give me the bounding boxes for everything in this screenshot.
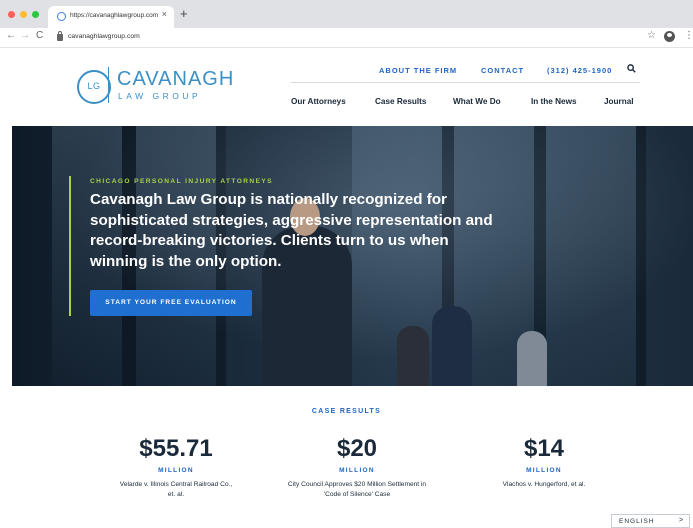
browser-tab-bar: https://cavanaghlawgroup.com × + xyxy=(0,0,693,28)
nav-our-attorneys[interactable]: Our Attorneys xyxy=(291,97,346,106)
logo-name[interactable]: CAVANAGH xyxy=(117,68,234,91)
nav-phone[interactable]: (312) 425-1900 xyxy=(547,66,612,75)
profile-icon[interactable] xyxy=(664,31,675,42)
logo-subtitle: LAW GROUP xyxy=(118,91,202,101)
result-amount: $20 xyxy=(336,435,378,462)
result-amount: $14 xyxy=(523,435,565,462)
result-description: City Council Approves $20 Million Settle… xyxy=(287,481,427,498)
result-unit: MILLION xyxy=(158,467,194,474)
result-unit: MILLION xyxy=(339,467,375,474)
browser-menu-icon[interactable]: ⋮ xyxy=(684,31,693,41)
free-evaluation-button[interactable]: START YOUR FREE EVALUATION xyxy=(90,290,252,316)
nav-about-the-firm[interactable]: ABOUT THE FIRM xyxy=(379,66,457,75)
reload-icon[interactable]: C xyxy=(36,31,43,41)
hero-headline: Cavanagh Law Group is nationally recogni… xyxy=(90,191,493,270)
back-arrow-icon[interactable]: ← xyxy=(6,31,16,41)
nav-contact[interactable]: CONTACT xyxy=(481,66,524,75)
nav-case-results[interactable]: Case Results xyxy=(375,97,426,106)
lock-icon[interactable] xyxy=(57,31,63,41)
tab-title: https://cavanaghlawgroup.com xyxy=(70,12,158,19)
bookmark-star-icon[interactable]: ☆ xyxy=(647,31,656,41)
browser-tab[interactable]: https://cavanaghlawgroup.com × xyxy=(48,6,174,28)
language-label: ENGLISH xyxy=(619,518,655,525)
new-tab-icon[interactable]: + xyxy=(180,7,188,20)
language-selector[interactable]: ENGLISH > xyxy=(611,514,690,528)
search-icon[interactable] xyxy=(627,64,636,73)
logo-monogram[interactable]: LG xyxy=(77,70,111,104)
nav-journal[interactable]: Journal xyxy=(604,97,634,106)
case-result-card[interactable]: $20 MILLION City Council Approves $20 Mi… xyxy=(267,435,447,499)
hero-accent-bar xyxy=(69,176,71,316)
case-result-card[interactable]: $55.71 MILLION Velarde v. Illinois Centr… xyxy=(86,435,266,499)
maximize-window-button[interactable] xyxy=(32,11,39,18)
free-evaluation-label: START YOUR FREE EVALUATION xyxy=(105,299,237,306)
globe-icon xyxy=(57,12,66,21)
logo-monogram-text: LG xyxy=(87,81,101,91)
chevron-right-icon: > xyxy=(679,517,684,524)
url-field[interactable]: cavanaghlawgroup.com xyxy=(68,33,140,40)
result-description: Velarde v. Illinois Central Railroad Co.… xyxy=(119,481,233,498)
forward-arrow-icon[interactable]: → xyxy=(20,31,30,41)
logo-divider xyxy=(108,67,109,103)
case-results-heading: CASE RESULTS xyxy=(311,408,382,415)
result-unit: MILLION xyxy=(526,467,562,474)
nav-what-we-do[interactable]: What We Do xyxy=(453,97,501,106)
tab-close-icon[interactable]: × xyxy=(162,10,167,19)
header-divider xyxy=(291,82,640,83)
result-amount: $55.71 xyxy=(139,435,213,462)
minimize-window-button[interactable] xyxy=(20,11,27,18)
address-bar: ← → C cavanaghlawgroup.com ☆ ⋮ xyxy=(0,28,693,48)
nav-in-the-news[interactable]: In the News xyxy=(531,97,577,106)
hero-eyebrow: CHICAGO PERSONAL INJURY ATTORNEYS xyxy=(90,178,273,185)
case-result-card[interactable]: $14 MILLION Vlachos v. Hungerford, et al… xyxy=(454,435,634,490)
close-window-button[interactable] xyxy=(8,11,15,18)
result-description: Vlachos v. Hungerford, et al. xyxy=(502,481,586,488)
